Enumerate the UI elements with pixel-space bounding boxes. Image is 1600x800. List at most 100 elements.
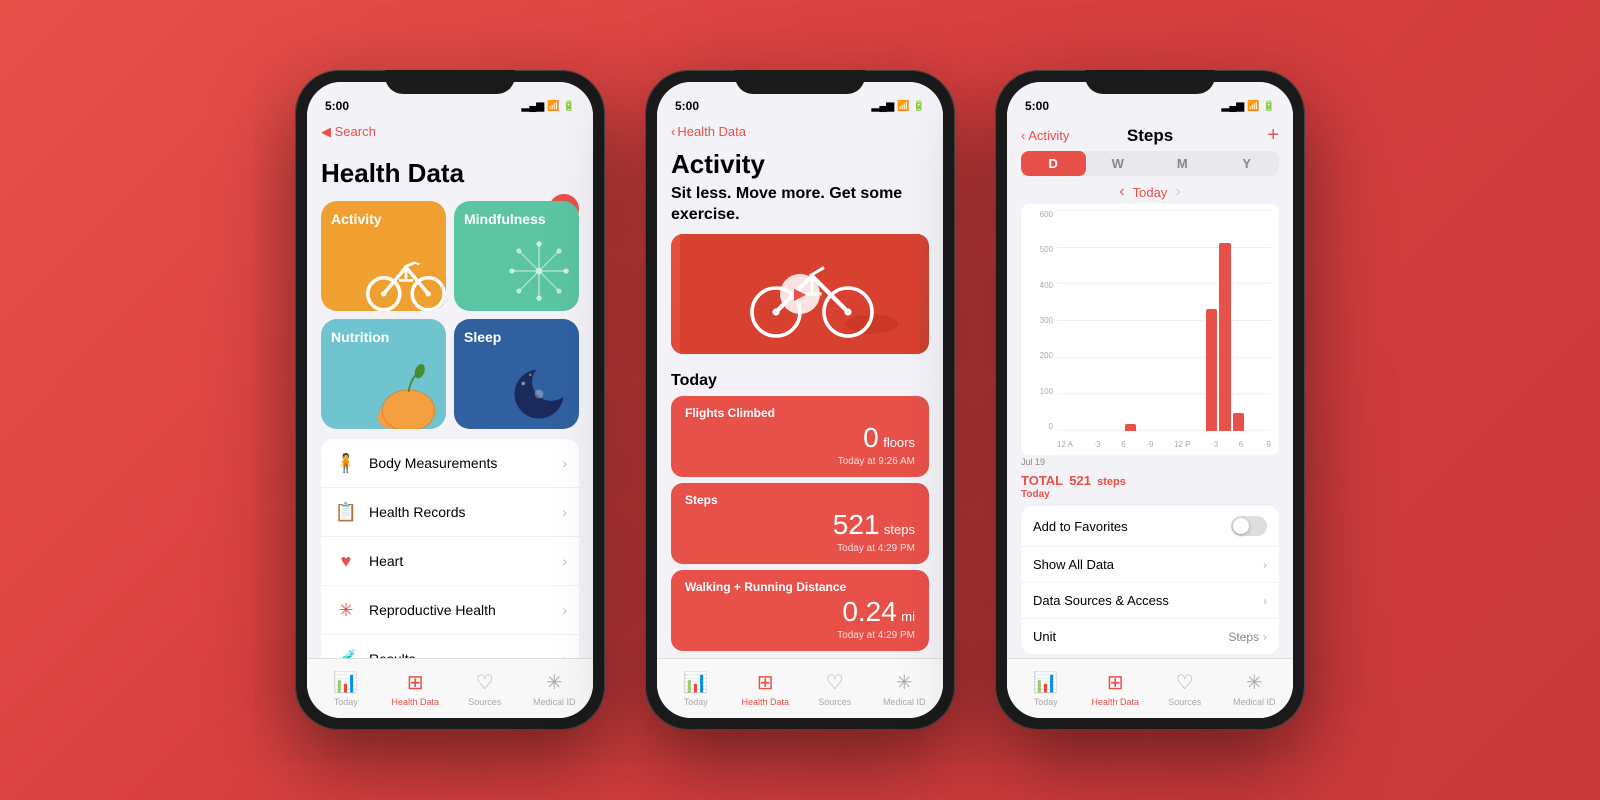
- tile-sleep[interactable]: Sleep: [454, 319, 579, 429]
- setting-show-all[interactable]: Show All Data ›: [1021, 547, 1279, 583]
- tab-sources-label-2: Sources: [818, 697, 851, 707]
- nav-bar-1: ◀ Search: [307, 122, 593, 146]
- p2-subtitle: Sit less. Move more. Get some exercise.: [671, 184, 929, 226]
- tab-today-2[interactable]: 📊 Today: [661, 670, 731, 707]
- y200: 200: [1040, 351, 1055, 360]
- unit-arrow: ›: [1263, 630, 1267, 644]
- menu-item-heart[interactable]: ♥ Heart ›: [321, 537, 579, 586]
- menu-reproductive-label: Reproductive Health: [369, 602, 552, 618]
- reproductive-icon: ✳: [333, 597, 359, 623]
- tab-today-1[interactable]: 📊 Today: [311, 670, 381, 707]
- p3-total: TOTAL 521 steps Today: [1007, 469, 1293, 502]
- seg-year[interactable]: Y: [1215, 151, 1280, 176]
- today-section: Today: [657, 372, 943, 396]
- xl-6: 6: [1121, 440, 1125, 449]
- menu-results-label: Results: [369, 651, 552, 658]
- status-icons-3: ▂▄▆ 📶 🔋: [1222, 101, 1275, 112]
- tab-medical-2[interactable]: ✳ Medical ID: [870, 670, 940, 707]
- tab-sources-3[interactable]: ♡ Sources: [1150, 670, 1220, 707]
- tile-sleep-label: Sleep: [464, 329, 501, 345]
- tab-medical-label-3: Medical ID: [1233, 697, 1276, 707]
- signal-icon-3: ▂▄▆: [1222, 101, 1244, 112]
- chart-canvas: 600 500 400 300 200 100 0: [1029, 210, 1271, 449]
- menu-item-results[interactable]: 🧪 Results ›: [321, 635, 579, 658]
- date-prev[interactable]: ‹: [1119, 183, 1124, 201]
- favorites-label: Add to Favorites: [1033, 519, 1231, 534]
- xl-3: ·3: [1094, 440, 1101, 449]
- phone-3: 5:00 ▂▄▆ 📶 🔋 ‹ Activity Steps + D W M Y: [995, 70, 1305, 730]
- body-icon: 🧍: [333, 450, 359, 476]
- wifi-icon-3: 📶: [1247, 101, 1259, 112]
- menu-item-records[interactable]: 📋 Health Records ›: [321, 488, 579, 537]
- seg-week[interactable]: W: [1086, 151, 1151, 176]
- p3-plus[interactable]: +: [1173, 124, 1279, 147]
- tab-health-icon-1: ⊞: [407, 670, 424, 695]
- tile-mindfulness-label: Mindfulness: [464, 211, 546, 227]
- total-label: TOTAL: [1021, 473, 1063, 488]
- tile-mindfulness[interactable]: Mindfulness: [454, 201, 579, 311]
- xl-12a: 12 A: [1057, 440, 1073, 449]
- tab-health-label-1: Health Data: [391, 697, 439, 707]
- favorites-toggle[interactable]: [1231, 516, 1267, 536]
- tab-sources-2[interactable]: ♡ Sources: [800, 670, 870, 707]
- stat-distance: Walking + Running Distance 0.24 mi Today…: [671, 570, 929, 651]
- nav-bar-2: ‹ Health Data: [657, 122, 943, 145]
- unit-value: Steps: [1228, 630, 1259, 644]
- tab-bar-1: 📊 Today ⊞ Health Data ♡ Sources ✳ Medica…: [307, 658, 593, 718]
- tab-today-label-1: Today: [334, 697, 358, 707]
- distance-unit: mi: [901, 609, 915, 624]
- tab-medical-icon-3: ✳: [1246, 670, 1263, 695]
- p2-header: Activity Sit less. Move more. Get some e…: [657, 145, 943, 372]
- steps-unit: steps: [884, 522, 915, 537]
- setting-favorites[interactable]: Add to Favorites: [1021, 506, 1279, 547]
- y600: 600: [1040, 210, 1055, 219]
- tab-health-data-1[interactable]: ⊞ Health Data: [381, 670, 451, 707]
- heart-chevron: ›: [562, 553, 567, 569]
- p3-settings: Add to Favorites Show All Data › Data So…: [1021, 506, 1279, 654]
- notch-3: [1085, 70, 1215, 94]
- menu-heart-label: Heart: [369, 553, 552, 569]
- date-next[interactable]: ›: [1175, 183, 1180, 201]
- phone-2: 5:00 ▂▄▆ 📶 🔋 ‹ Health Data Activity Sit …: [645, 70, 955, 730]
- nav-back-2[interactable]: ‹ Health Data: [671, 124, 746, 139]
- distance-value: 0.24: [842, 596, 897, 627]
- y300: 300: [1040, 316, 1055, 325]
- bike-icon: [361, 236, 446, 311]
- menu-item-reproductive[interactable]: ✳ Reproductive Health ›: [321, 586, 579, 635]
- activity-video[interactable]: ▶: [671, 234, 929, 354]
- reproductive-chevron: ›: [562, 602, 567, 618]
- tab-health-icon-2: ⊞: [757, 670, 774, 695]
- setting-data-sources[interactable]: Data Sources & Access ›: [1021, 583, 1279, 619]
- seg-day[interactable]: D: [1021, 151, 1086, 176]
- stat-steps: Steps 521 steps Today at 4:29 PM: [671, 483, 929, 564]
- setting-unit[interactable]: Unit Steps ›: [1021, 619, 1279, 654]
- xl-12p: 12 P: [1174, 440, 1190, 449]
- seg-month[interactable]: M: [1150, 151, 1215, 176]
- category-grid: Activity: [321, 201, 579, 429]
- tab-health-data-3[interactable]: ⊞ Health Data: [1081, 670, 1151, 707]
- tab-medical-label-2: Medical ID: [883, 697, 926, 707]
- tab-sources-1[interactable]: ♡ Sources: [450, 670, 520, 707]
- phone-1: 5:00 ▂▄▆ 📶 🔋 ◀ Search 👤 Health Data Acti…: [295, 70, 605, 730]
- tile-nutrition[interactable]: Nutrition: [321, 319, 446, 429]
- p2-content: Activity Sit less. Move more. Get some e…: [657, 145, 943, 658]
- tab-sources-icon-1: ♡: [476, 670, 494, 695]
- play-button[interactable]: ▶: [780, 274, 820, 314]
- nav-back-1[interactable]: ◀ Search: [321, 124, 376, 140]
- tab-medical-3[interactable]: ✳ Medical ID: [1220, 670, 1290, 707]
- flights-unit: floors: [883, 435, 915, 450]
- tab-health-label-3: Health Data: [1091, 697, 1139, 707]
- wifi-icon-1: 📶: [547, 101, 559, 112]
- tab-today-3[interactable]: 📊 Today: [1011, 670, 1081, 707]
- notch-2: [735, 70, 865, 94]
- battery-icon-3: 🔋: [1263, 101, 1275, 112]
- tile-activity[interactable]: Activity: [321, 201, 446, 311]
- heart-icon: ♥: [333, 548, 359, 574]
- tab-medical-label-1: Medical ID: [533, 697, 576, 707]
- distance-time: Today at 4:29 PM: [685, 630, 915, 641]
- p3-back[interactable]: ‹ Activity: [1021, 128, 1127, 143]
- stat-flights: Flights Climbed 0 floors Today at 9:26 A…: [671, 396, 929, 477]
- menu-item-body[interactable]: 🧍 Body Measurements ›: [321, 439, 579, 488]
- tab-medical-1[interactable]: ✳ Medical ID: [520, 670, 590, 707]
- tab-health-data-2[interactable]: ⊞ Health Data: [731, 670, 801, 707]
